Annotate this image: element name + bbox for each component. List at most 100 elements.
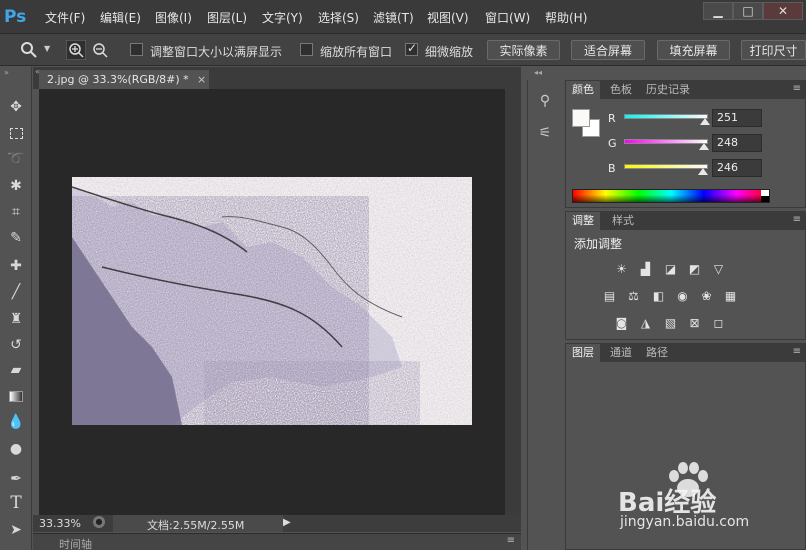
menu-image[interactable]: 图像(I) — [155, 9, 192, 26]
menu-layer[interactable]: 图层(L) — [207, 9, 247, 26]
scrubby-zoom-checkbox[interactable] — [405, 41, 418, 56]
green-slider[interactable]: G 248 — [574, 134, 804, 154]
brush-panel-icon[interactable]: ⚟ — [534, 122, 556, 144]
blur-tool-icon[interactable]: 💧 — [6, 412, 26, 432]
levels-icon[interactable]: ▟ — [637, 262, 654, 276]
dodge-tool-icon[interactable]: ● — [6, 439, 26, 459]
threshold-icon[interactable]: ▧ — [662, 316, 679, 330]
green-value-input[interactable]: 248 — [712, 134, 762, 152]
resize-windows-checkbox[interactable] — [130, 43, 143, 56]
adjustments-panel-menu-icon[interactable]: ≡ — [793, 214, 801, 225]
tab-channels[interactable]: 通道 — [604, 344, 638, 362]
menu-view[interactable]: 视图(V) — [427, 9, 469, 26]
tab-paths[interactable]: 路径 — [640, 344, 674, 362]
close-button[interactable]: ✕ — [763, 2, 803, 20]
blue-slider-track[interactable] — [624, 164, 708, 169]
eyedropper-tool-icon[interactable]: ✎ — [6, 228, 26, 248]
status-menu-arrow-icon[interactable]: ▶ — [283, 517, 291, 528]
tab-history[interactable]: 历史记录 — [640, 81, 696, 99]
blue-slider[interactable]: B 246 — [574, 159, 804, 179]
color-balance-icon[interactable]: ⚖ — [625, 289, 642, 303]
menu-bar: Ps 文件(F) 编辑(E) 图像(I) 图层(L) 文字(Y) 选择(S) 滤… — [0, 0, 806, 34]
zoom-all-checkbox[interactable] — [300, 43, 313, 56]
zoom-level[interactable]: 33.33% — [39, 517, 81, 530]
clone-stamp-tool-icon[interactable]: ♜ — [6, 309, 26, 329]
history-brush-tool-icon[interactable]: ↺ — [6, 335, 26, 355]
lasso-tool-icon[interactable]: ➰ — [6, 149, 26, 169]
menu-select[interactable]: 选择(S) — [318, 9, 359, 26]
color-spectrum-bar[interactable] — [572, 189, 770, 203]
black-white-icon[interactable]: ◧ — [650, 289, 667, 303]
tab-adjustments[interactable]: 调整 — [566, 212, 600, 230]
type-tool-icon[interactable]: T — [6, 493, 26, 513]
timeline-panel-bar[interactable]: 时间轴 ≡ — [33, 533, 521, 550]
eraser-tool-icon[interactable]: ▰ — [6, 360, 26, 380]
menu-type[interactable]: 文字(Y) — [262, 9, 303, 26]
red-slider[interactable]: R 251 — [574, 109, 804, 129]
fill-screen-button[interactable]: 填充屏幕 — [657, 40, 730, 60]
curves-icon[interactable]: ◪ — [662, 262, 679, 276]
blue-slider-thumb[interactable] — [698, 168, 708, 175]
gradient-tool-icon[interactable] — [6, 386, 26, 406]
tab-styles[interactable]: 样式 — [606, 212, 640, 230]
photo-filter-icon[interactable]: ◉ — [674, 289, 691, 303]
brush-tool-icon[interactable]: ╱ — [6, 282, 26, 302]
posterize-icon[interactable]: ◮ — [637, 316, 654, 330]
status-info-icon[interactable]: ● — [93, 516, 105, 528]
healing-brush-tool-icon[interactable]: ✚ — [6, 256, 26, 276]
zoom-in-icon[interactable] — [66, 40, 86, 60]
crop-tool-icon[interactable]: ⌗ — [6, 202, 26, 222]
blue-value-input[interactable]: 246 — [712, 159, 762, 177]
brightness-contrast-icon[interactable]: ☀ — [613, 262, 630, 276]
adjustments-panel: 调整 样式 ≡ 添加调整 ☀ ▟ ◪ ◩ ▽ ▤ ⚖ ◧ ◉ ❀ ▦ ◙ ◮ ▧… — [565, 211, 806, 340]
canvas-vertical-scrollbar[interactable] — [505, 89, 521, 515]
timeline-menu-icon[interactable]: ≡ — [507, 535, 515, 546]
zoom-out-icon[interactable] — [90, 40, 110, 60]
dock-collapse-icon[interactable]: ◂◂ — [534, 68, 542, 77]
menu-help[interactable]: 帮助(H) — [545, 9, 587, 26]
brush-presets-icon[interactable]: ⚲ — [534, 90, 556, 112]
gradient-map-icon[interactable]: ⊠ — [686, 316, 703, 330]
tool-preset-chevron-icon[interactable]: ▼ — [44, 44, 50, 53]
color-lookup-icon[interactable]: ▦ — [722, 289, 739, 303]
canvas-area[interactable] — [39, 89, 505, 515]
pen-tool-icon[interactable]: ✒ — [6, 469, 26, 489]
watermark-url: jingyan.baidu.com — [620, 514, 750, 530]
minimize-button[interactable]: ▁ — [703, 2, 733, 20]
layers-panel-menu-icon[interactable]: ≡ — [793, 346, 801, 357]
collapse-tools-icon[interactable]: » — [4, 68, 9, 77]
tab-swatches[interactable]: 色板 — [604, 81, 638, 99]
path-selection-tool-icon[interactable]: ➤ — [6, 520, 26, 540]
exposure-icon[interactable]: ◩ — [686, 262, 703, 276]
marquee-tool-icon[interactable] — [6, 123, 26, 143]
selective-color-icon[interactable]: ◻ — [710, 316, 727, 330]
tab-color[interactable]: 颜色 — [566, 81, 600, 99]
move-tool-icon[interactable]: ✥ — [6, 97, 26, 117]
vibrance-icon[interactable]: ▽ — [710, 262, 727, 276]
color-panel-menu-icon[interactable]: ≡ — [793, 83, 801, 94]
layers-panel-tabs: 图层 通道 路径 ≡ — [566, 344, 805, 362]
red-value-input[interactable]: 251 — [712, 109, 762, 127]
green-slider-track[interactable] — [624, 139, 708, 144]
document-tab[interactable]: 2.jpg @ 33.3%(RGB/8#) * × — [39, 70, 209, 89]
menu-edit[interactable]: 编辑(E) — [100, 9, 141, 26]
zoom-all-label: 缩放所有窗口 — [320, 45, 393, 59]
document-image[interactable] — [72, 177, 472, 425]
red-slider-track[interactable] — [624, 114, 708, 119]
menu-file[interactable]: 文件(F) — [45, 9, 85, 26]
channel-mixer-icon[interactable]: ❀ — [698, 289, 715, 303]
restore-button[interactable]: □ — [733, 2, 763, 20]
red-slider-thumb[interactable] — [700, 118, 710, 125]
fit-screen-button[interactable]: 适合屏幕 — [571, 40, 645, 60]
invert-icon[interactable]: ◙ — [613, 316, 630, 330]
menu-window[interactable]: 窗口(W) — [485, 9, 530, 26]
actual-pixels-button[interactable]: 实际像素 — [487, 40, 560, 60]
print-size-button[interactable]: 打印尺寸 — [741, 40, 806, 60]
menu-filter[interactable]: 滤镜(T) — [373, 9, 414, 26]
magic-wand-tool-icon[interactable]: ✱ — [6, 176, 26, 196]
tab-layers[interactable]: 图层 — [566, 344, 600, 362]
hue-saturation-icon[interactable]: ▤ — [601, 289, 618, 303]
zoom-tool-icon[interactable] — [20, 41, 38, 59]
document-tab-close-icon[interactable]: × — [197, 70, 206, 89]
green-slider-thumb[interactable] — [699, 143, 709, 150]
